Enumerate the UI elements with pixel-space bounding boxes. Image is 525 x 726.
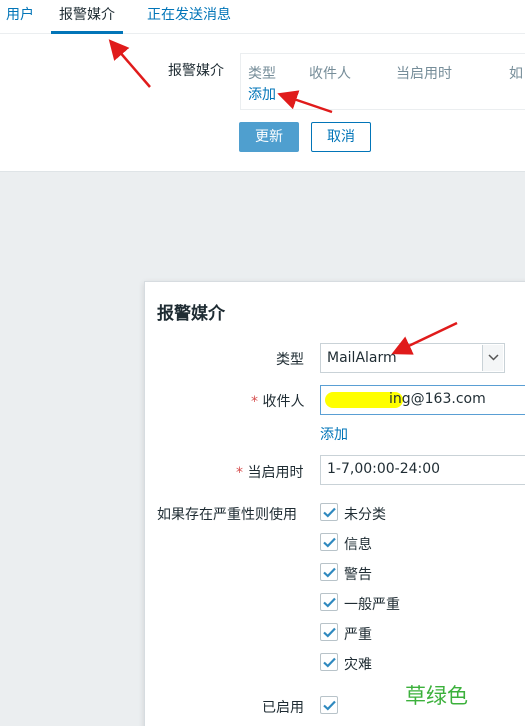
column-recipient: 收件人 bbox=[309, 66, 351, 82]
tab-bar: 用户 报警媒介 正在发送消息 bbox=[0, 0, 525, 34]
when-active-input[interactable]: 1-7,00:00-24:00 bbox=[320, 455, 525, 485]
media-table: 类型 收件人 当启用时 如 添加 bbox=[240, 53, 525, 110]
add-media-link[interactable]: 添加 bbox=[248, 84, 276, 104]
recipient-label: * 收件人 bbox=[251, 394, 305, 410]
column-when-active: 当启用时 bbox=[396, 66, 452, 82]
recipient-value: ing@163.com bbox=[389, 391, 486, 407]
dialog-title: 报警媒介 bbox=[157, 304, 225, 324]
required-mark: * bbox=[236, 465, 243, 481]
severity-label: 如果存在严重性则使用 bbox=[157, 507, 297, 523]
required-mark: * bbox=[251, 394, 258, 410]
tab-user[interactable]: 用户 bbox=[6, 6, 34, 34]
when-active-value: 1-7,00:00-24:00 bbox=[327, 461, 441, 477]
annotation-text: 草绿色 bbox=[405, 684, 468, 708]
checkbox[interactable] bbox=[320, 653, 338, 671]
checkbox-label: 信息 bbox=[344, 537, 372, 553]
tab-media[interactable]: 报警媒介 bbox=[51, 6, 123, 34]
checkbox[interactable] bbox=[320, 593, 338, 611]
when-active-label: * 当启用时 bbox=[236, 465, 304, 481]
add-recipient-link[interactable]: 添加 bbox=[320, 424, 348, 444]
media-field-label: 报警媒介 bbox=[168, 63, 224, 79]
checkbox[interactable] bbox=[320, 623, 338, 641]
type-label: 类型 bbox=[276, 352, 304, 368]
column-if: 如 bbox=[509, 66, 523, 82]
enabled-label: 已启用 bbox=[262, 700, 304, 716]
checkbox[interactable] bbox=[320, 503, 338, 521]
checkbox-label: 警告 bbox=[344, 567, 372, 583]
column-type: 类型 bbox=[248, 66, 276, 82]
checkbox-label: 未分类 bbox=[344, 507, 386, 523]
cancel-button[interactable]: 取消 bbox=[311, 122, 371, 152]
media-dialog: 报警媒介 类型 MailAlarm * 收件人 ing@163.com 添加 *… bbox=[144, 281, 525, 726]
checkbox-label: 一般严重 bbox=[344, 597, 400, 613]
type-select[interactable]: MailAlarm bbox=[320, 343, 505, 373]
checkbox[interactable] bbox=[320, 533, 338, 551]
tab-sending-messages[interactable]: 正在发送消息 bbox=[147, 6, 231, 34]
chevron-down-icon[interactable] bbox=[482, 345, 503, 371]
checkbox[interactable] bbox=[320, 563, 338, 581]
enabled-checkbox[interactable] bbox=[320, 696, 338, 714]
update-button[interactable]: 更新 bbox=[239, 122, 299, 152]
type-select-value: MailAlarm bbox=[327, 350, 397, 366]
checkbox-label: 严重 bbox=[344, 627, 372, 643]
user-settings-panel: 用户 报警媒介 正在发送消息 报警媒介 类型 收件人 当启用时 如 添加 更新 … bbox=[0, 0, 525, 172]
recipient-input[interactable]: ing@163.com bbox=[320, 385, 525, 415]
checkbox-label: 灾难 bbox=[344, 657, 372, 673]
